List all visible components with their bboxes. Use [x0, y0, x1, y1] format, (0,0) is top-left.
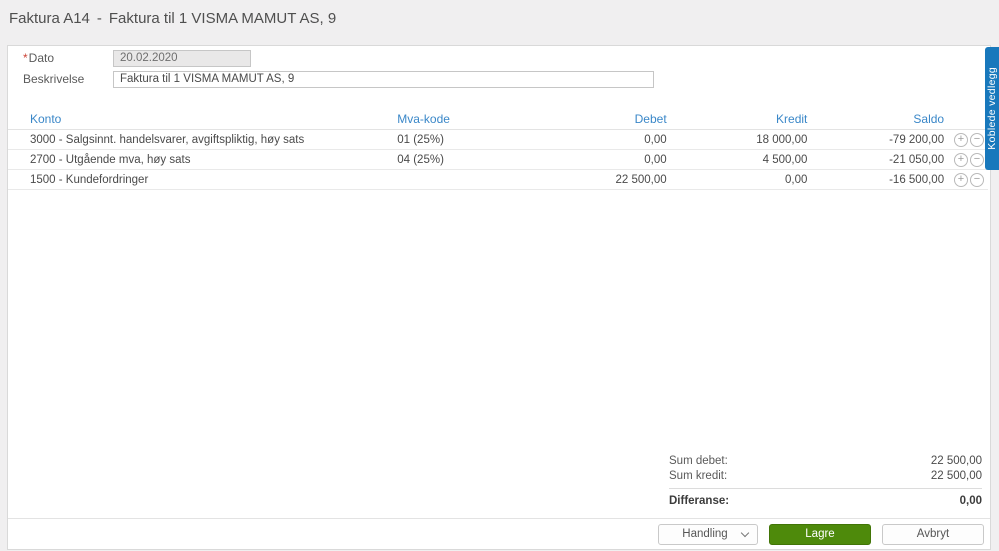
page-title: Faktura A14- Faktura til 1 VISMA MAMUT AS… [0, 0, 999, 45]
column-header-debet[interactable]: Debet [517, 112, 667, 126]
add-row-button[interactable]: + [954, 152, 969, 167]
cell-debet: 22 500,00 [615, 173, 667, 186]
table-header-row: Konto Mva-kode Debet Kredit Saldo [8, 109, 988, 130]
cell-konto: 2700 - Utgående mva, høy sats [30, 153, 191, 166]
remove-row-button[interactable]: − [970, 152, 985, 167]
cell-kredit: 0,00 [784, 173, 808, 186]
cell-debet: 0,00 [644, 153, 667, 166]
cell-saldo: -79 200,00 [889, 133, 945, 146]
remove-row-button[interactable]: − [970, 172, 985, 187]
sum-kredit-label: Sum kredit: [669, 470, 728, 482]
table-row: 3000 - Salgsinnt. handelsvarer, avgiftsp… [8, 130, 988, 150]
cell-mva: 04 (25%) [397, 153, 444, 166]
cell-saldo: -16 500,00 [889, 173, 945, 186]
linked-attachments-tab-label: Koblede vedlegg [986, 67, 998, 150]
row-actions: + − [944, 132, 988, 147]
differanse-value: 0,00 [959, 495, 982, 507]
row-actions: + − [944, 152, 988, 167]
required-marker: * [23, 51, 28, 65]
cell-saldo: -21 050,00 [889, 153, 945, 166]
date-form-row: *Dato [23, 49, 975, 67]
description-input[interactable] [113, 70, 654, 88]
title-dash: - [96, 10, 102, 27]
remove-row-button[interactable]: − [970, 132, 985, 147]
sum-debet-value: 22 500,00 [930, 455, 982, 467]
totals-divider [669, 488, 982, 489]
invoice-journal-panel: *Dato Beskrivelse Konto Mva-kode Debet K… [7, 45, 991, 550]
description-label: Beskrivelse [23, 72, 85, 86]
table-row: 2700 - Utgående mva, høy sats 04 (25%) 0… [8, 150, 988, 170]
date-input[interactable] [113, 49, 251, 67]
column-header-saldo[interactable]: Saldo [807, 112, 944, 126]
chevron-down-icon [740, 528, 750, 537]
cancel-button[interactable]: Avbryt [882, 523, 984, 545]
differanse-label: Differanse: [669, 495, 730, 507]
linked-attachments-tab[interactable]: Koblede vedlegg [985, 47, 999, 170]
save-button[interactable]: Lagre [769, 523, 871, 545]
journal-lines-table: Konto Mva-kode Debet Kredit Saldo 3000 -… [8, 109, 988, 190]
totals-summary: Sum debet: 22 500,00 Sum kredit: 22 500,… [669, 454, 982, 509]
cell-mva: 01 (25%) [397, 133, 444, 146]
cell-konto: 1500 - Kundefordringer [30, 173, 149, 186]
handling-dropdown-button[interactable]: Handling [658, 523, 758, 545]
voucher-description-title: Faktura til 1 VISMA MAMUT AS, 9 [108, 10, 337, 27]
add-row-button[interactable]: + [954, 172, 969, 187]
sum-kredit-value: 22 500,00 [930, 470, 982, 482]
sum-debet-label: Sum debet: [669, 455, 728, 467]
column-header-konto[interactable]: Konto [30, 112, 397, 126]
description-form-row: Beskrivelse [23, 70, 975, 88]
action-footer: Handling Lagre Avbryt [8, 518, 990, 549]
table-row: 1500 - Kundefordringer 22 500,00 0,00 -1… [8, 170, 988, 190]
column-header-mva[interactable]: Mva-kode [397, 112, 517, 126]
voucher-code: Faktura A14 [9, 10, 90, 27]
column-header-kredit[interactable]: Kredit [667, 112, 807, 126]
cell-debet: 0,00 [644, 133, 667, 146]
date-label: *Dato [23, 51, 55, 65]
row-actions: + − [944, 172, 988, 187]
cell-kredit: 4 500,00 [762, 153, 808, 166]
differanse-row: Differanse: 0,00 [669, 494, 982, 509]
cell-kredit: 18 000,00 [756, 133, 808, 146]
sum-kredit-row: Sum kredit: 22 500,00 [669, 469, 982, 484]
cell-konto: 3000 - Salgsinnt. handelsvarer, avgiftsp… [30, 133, 305, 146]
sum-debet-row: Sum debet: 22 500,00 [669, 454, 982, 469]
add-row-button[interactable]: + [954, 132, 969, 147]
